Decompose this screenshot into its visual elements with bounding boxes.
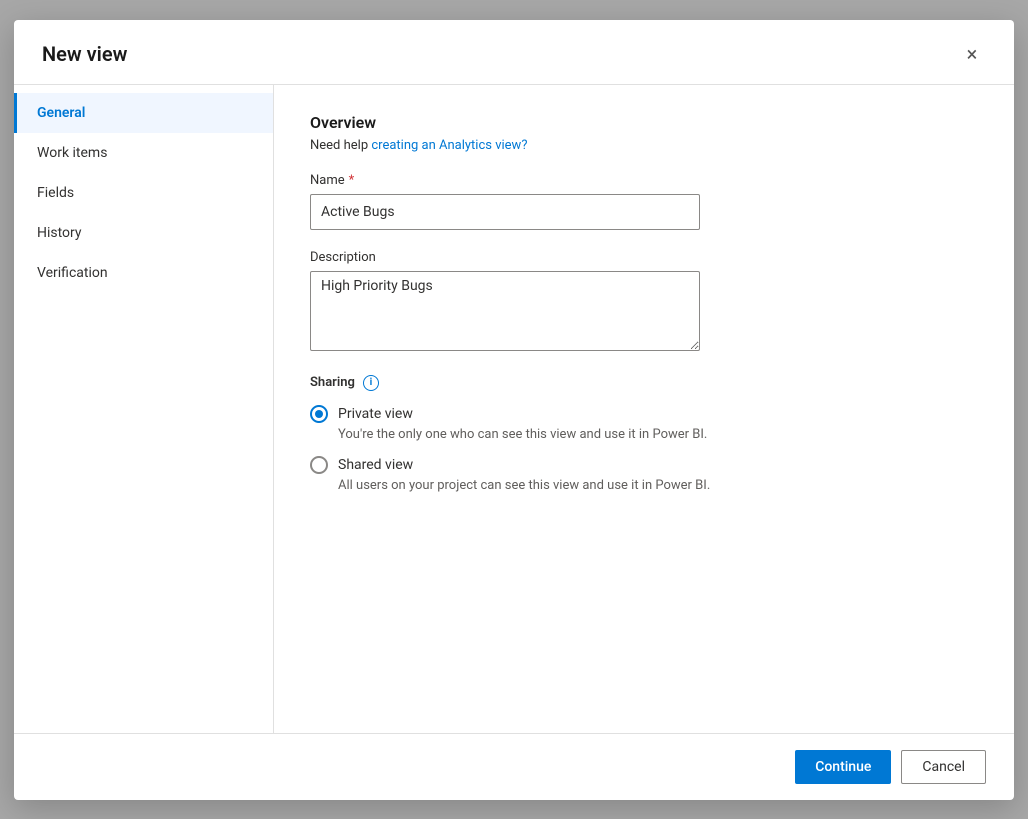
private-view-label: Private view	[338, 406, 413, 422]
dialog-title: New view	[42, 42, 127, 66]
overview-title: Overview	[310, 113, 978, 132]
main-content: Overview Need help creating an Analytics…	[274, 85, 1014, 733]
sidebar-item-fields[interactable]: Fields	[14, 173, 273, 213]
shared-view-label: Shared view	[338, 457, 413, 473]
shared-view-option: Shared view All users on your project ca…	[310, 456, 978, 493]
dialog-footer: Continue Cancel	[14, 733, 1014, 800]
sidebar-item-work-items[interactable]: Work items	[14, 133, 273, 173]
name-input[interactable]	[310, 194, 700, 230]
sidebar-item-verification[interactable]: Verification	[14, 253, 273, 293]
sidebar: General Work items Fields History Verifi…	[14, 85, 274, 733]
name-label: Name *	[310, 173, 978, 188]
close-button[interactable]: ×	[958, 40, 986, 68]
sidebar-item-history[interactable]: History	[14, 213, 273, 253]
description-input[interactable]	[310, 271, 700, 351]
help-text: Need help creating an Analytics view?	[310, 138, 978, 153]
info-icon: i	[363, 375, 379, 391]
private-view-desc: You're the only one who can see this vie…	[338, 427, 978, 442]
shared-view-desc: All users on your project can see this v…	[338, 478, 978, 493]
description-label: Description	[310, 250, 978, 265]
cancel-button[interactable]: Cancel	[901, 750, 986, 784]
dialog-body: General Work items Fields History Verifi…	[14, 85, 1014, 733]
description-field-group: Description	[310, 250, 978, 355]
dialog-header: New view ×	[14, 20, 1014, 85]
help-link[interactable]: creating an Analytics view?	[371, 138, 527, 153]
name-field-group: Name *	[310, 173, 978, 230]
new-view-dialog: New view × General Work items Fields His…	[14, 20, 1014, 800]
radio-dot	[315, 410, 323, 418]
sidebar-item-general[interactable]: General	[14, 93, 273, 133]
shared-view-radio[interactable]	[310, 456, 328, 474]
sharing-section: Sharing i Private view You're the only o…	[310, 375, 978, 493]
private-view-radio[interactable]	[310, 405, 328, 423]
sharing-title: Sharing	[310, 375, 355, 390]
private-view-option: Private view You're the only one who can…	[310, 405, 978, 442]
required-star: *	[349, 173, 355, 188]
sharing-label-row: Sharing i	[310, 375, 978, 391]
continue-button[interactable]: Continue	[795, 750, 891, 784]
